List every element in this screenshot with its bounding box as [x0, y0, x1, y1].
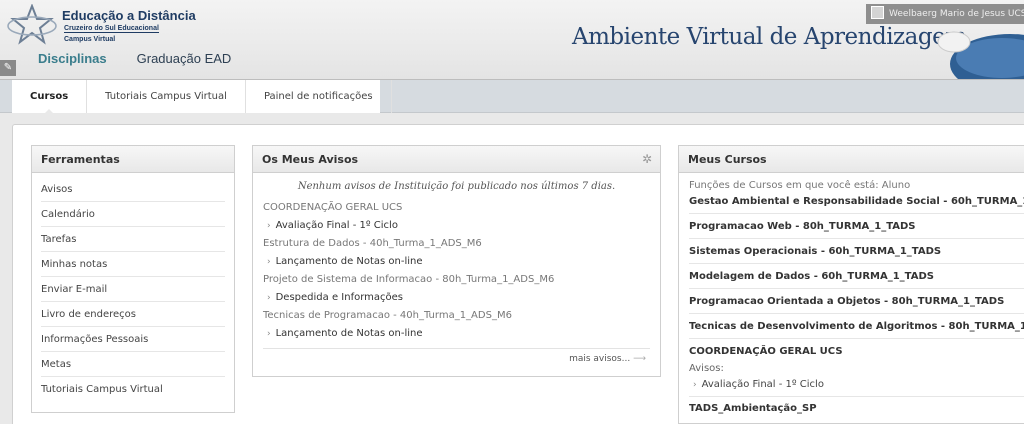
notice-item-label: Despedida e Informações [275, 292, 403, 303]
courses-title: Meus Cursos [679, 146, 1024, 173]
notice-course: COORDENAÇÃO GERAL UCS [263, 202, 403, 213]
tab-tutoriais[interactable]: Tutoriais Campus Virtual [87, 80, 246, 113]
course-link[interactable]: Modelagem de Dados - 60h_TURMA_1_TADS [689, 264, 1024, 289]
notices-empty-text: Nenhum avisos de Instituição foi publica… [297, 181, 616, 192]
notice-item[interactable]: › Avaliação Final - 1º Ciclo [263, 217, 650, 235]
tab-cursos[interactable]: Cursos [12, 80, 88, 114]
tool-livro-enderecos[interactable]: Livro de endereços [41, 302, 225, 327]
course-role-text: Funções de Cursos em que você está: Alun… [689, 180, 911, 191]
tool-minhas-notas[interactable]: Minhas notas [41, 252, 225, 277]
mouse-decoration-icon [937, 31, 1024, 79]
tools-panel: Ferramentas Avisos Calendário Tarefas Mi… [31, 145, 235, 413]
notice-item-label: Lançamento de Notas on-line [275, 328, 423, 339]
notice-item[interactable]: › Despedida e Informações [263, 289, 650, 307]
course-notice-label: Avaliação Final - 1º Ciclo [701, 379, 824, 390]
tools-title: Ferramentas [32, 146, 234, 173]
tool-enviar-email[interactable]: Enviar E-mail [41, 277, 225, 302]
tabs-bar: Cursos Tutoriais Campus Virtual Painel d… [0, 80, 1024, 114]
app-title: Ambiente Virtual de Aprendizagem [572, 24, 967, 50]
notices-title-text: Os Meus Avisos [262, 153, 359, 166]
tool-calendario[interactable]: Calendário [41, 202, 225, 227]
chevron-right-icon: › [267, 221, 271, 231]
course-link[interactable]: Tecnicas de Desenvolvimento de Algoritmo… [689, 314, 1024, 339]
logo-icon [7, 4, 57, 45]
course-link[interactable]: Gestao Ambiental e Responsabilidade Soci… [689, 194, 1024, 214]
gear-icon[interactable]: ✲ [642, 153, 654, 165]
logo-campus: Campus Virtual [64, 36, 116, 43]
edit-icon[interactable]: ✎ [0, 60, 16, 76]
chevron-right-icon: › [267, 293, 271, 303]
tool-tarefas[interactable]: Tarefas [41, 227, 225, 252]
notice-item-label: Lançamento de Notas on-line [275, 256, 423, 267]
notice-item-label: Avaliação Final - 1º Ciclo [275, 220, 398, 231]
course-link[interactable]: Programacao Orientada a Objetos - 80h_TU… [689, 289, 1024, 314]
header: Educação a Distância Cruzeiro do Sul Edu… [0, 0, 1024, 80]
arrow-right-icon: ⟶ [633, 354, 646, 364]
logo-subtitle: Cruzeiro do Sul Educacional [64, 25, 159, 33]
notices-panel: Os Meus Avisos ✲ Nenhum avisos de Instit… [252, 145, 661, 377]
notice-item[interactable]: › Lançamento de Notas on-line [263, 325, 650, 343]
chevron-right-icon: › [267, 329, 271, 339]
chevron-right-icon: › [267, 257, 271, 267]
user-name: Weelbaerg Mario de Jesus UCS_E [889, 9, 1024, 19]
tool-tutoriais[interactable]: Tutoriais Campus Virtual [41, 377, 225, 402]
tool-informacoes-pessoais[interactable]: Informações Pessoais [41, 327, 225, 352]
course-notice-item[interactable]: › Avaliação Final - 1º Ciclo [689, 377, 1024, 397]
chevron-right-icon: › [693, 380, 697, 390]
top-nav: Disciplinas Graduação EAD [38, 51, 231, 66]
notices-title: Os Meus Avisos ✲ [253, 146, 660, 173]
tool-avisos[interactable]: Avisos [41, 177, 225, 202]
notice-course: Tecnicas de Programacao - 40h_Turma_1_AD… [263, 310, 512, 321]
tab-painel-notificacoes[interactable]: Painel de notificações [246, 80, 392, 113]
tool-metas[interactable]: Metas [41, 352, 225, 377]
course-link[interactable]: COORDENAÇÃO GERAL UCS [689, 343, 1024, 361]
course-link[interactable]: Sistemas Operacionais - 60h_TURMA_1_TADS [689, 239, 1024, 264]
course-link[interactable]: TADS_Ambientação_SP [689, 399, 1024, 419]
notice-item[interactable]: › Lançamento de Notas on-line [263, 253, 650, 271]
notice-course: Estrutura de Dados - 40h_Turma_1_ADS_M6 [263, 238, 482, 249]
nav-graduacao-ead[interactable]: Graduação EAD [137, 51, 232, 66]
user-menu[interactable]: Weelbaerg Mario de Jesus UCS_E [866, 4, 1024, 24]
course-notices-label: Avisos: [689, 363, 724, 374]
notice-course: Projeto de Sistema de Informacao - 80h_T… [263, 274, 555, 285]
nav-disciplinas[interactable]: Disciplinas [38, 51, 107, 66]
course-link[interactable]: Programacao Web - 80h_TURMA_1_TADS [689, 214, 1024, 239]
courses-panel: Meus Cursos Funções de Cursos em que voc… [678, 145, 1024, 424]
logo-title: Educação a Distância [62, 8, 196, 23]
more-notices-label: mais avisos... [569, 354, 631, 364]
more-notices-link[interactable]: mais avisos... ⟶ [263, 348, 650, 368]
user-icon [871, 6, 884, 19]
